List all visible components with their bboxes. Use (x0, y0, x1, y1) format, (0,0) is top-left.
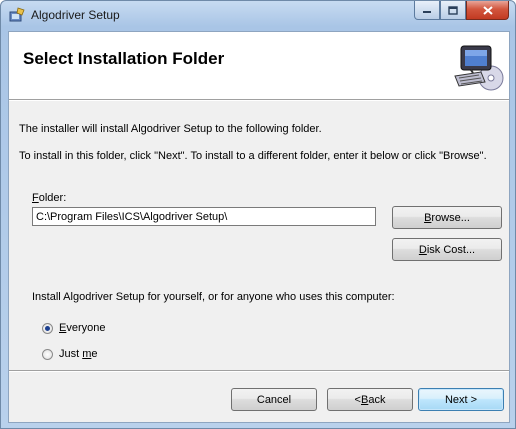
radio-just-me-button[interactable] (42, 348, 53, 360)
cancel-button[interactable]: Cancel (231, 388, 317, 411)
folder-path-input[interactable] (32, 207, 376, 226)
folder-label-text: older: (38, 192, 67, 204)
browse-button[interactable]: Browse... (392, 206, 502, 229)
folder-label-mnemonic: F (32, 192, 39, 204)
radio-everyone-text: veryone (66, 322, 106, 334)
maximize-icon (448, 5, 458, 15)
install-for-text: Install Algodriver Setup for yourself, o… (32, 291, 395, 303)
browse-mnemonic: B (424, 211, 432, 224)
back-button[interactable]: < Back (327, 388, 413, 411)
radio-just-me[interactable]: Just me (42, 348, 98, 360)
minimize-button[interactable] (414, 1, 440, 20)
setup-app-icon[interactable] (9, 7, 25, 23)
computer-cd-icon (454, 45, 504, 91)
next-button[interactable]: Next > (418, 388, 504, 411)
close-icon (482, 5, 493, 15)
page-title: Select Installation Folder (23, 49, 225, 68)
folder-label: Folder: (32, 192, 66, 204)
caption-buttons (414, 1, 509, 21)
header-banner: Select Installation Folder (9, 32, 509, 100)
title-bar[interactable]: Algodriver Setup (1, 1, 515, 31)
radio-just-me-suffix: e (91, 348, 98, 360)
disk-cost-button[interactable]: Disk Cost... (392, 238, 502, 261)
disk-cost-mnemonic: D (418, 243, 427, 256)
window-title: Algodriver Setup (31, 8, 120, 22)
close-button[interactable] (466, 1, 509, 20)
radio-everyone-label: Everyone (59, 322, 105, 334)
banner-separator (9, 100, 509, 101)
back-mnemonic: B (360, 393, 369, 406)
radio-everyone-button[interactable] (42, 322, 53, 334)
setup-window: Algodriver Setup Select Installation Fol… (0, 0, 516, 429)
instructions-text: To install in this folder, click "Next".… (19, 150, 487, 162)
maximize-button[interactable] (440, 1, 466, 20)
radio-everyone[interactable]: Everyone (42, 322, 105, 334)
disk-cost-label: isk Cost... (426, 243, 476, 256)
footer-separator (9, 370, 509, 372)
dialog-client-area: Select Installation Folder The installer… (8, 31, 510, 423)
browse-label: rowse... (431, 211, 470, 224)
minimize-icon (423, 11, 431, 13)
intro-text: The installer will install Algodriver Se… (19, 123, 322, 135)
radio-just-me-label: Just me (59, 348, 98, 360)
back-label: ack (368, 393, 386, 406)
radio-just-me-prefix: Just (59, 348, 83, 360)
